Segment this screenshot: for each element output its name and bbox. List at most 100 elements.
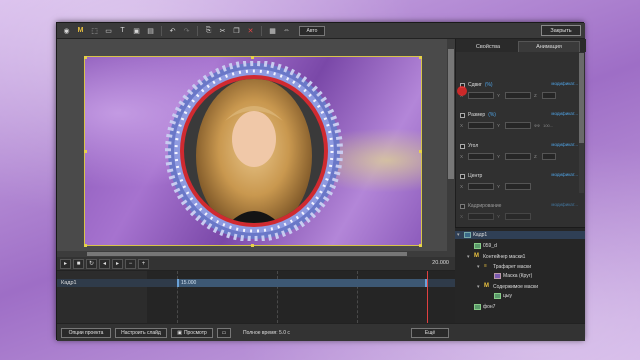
collapse-arrow-icon[interactable]: ▾ xyxy=(477,284,482,290)
tree-item-mask-stencil[interactable]: ▾ ≡ Трафарет маски xyxy=(477,263,531,270)
prev-key-icon[interactable]: ◂ xyxy=(99,258,110,269)
next-key-icon[interactable]: ▸ xyxy=(112,258,123,269)
resize-handle[interactable] xyxy=(419,150,422,153)
collapse-arrow-icon[interactable]: ▾ xyxy=(457,232,462,238)
image-icon[interactable]: ▣ xyxy=(131,25,142,36)
prop-title: Кадрирование xyxy=(468,203,502,209)
image-layer-icon xyxy=(474,304,481,310)
field-label: X xyxy=(460,123,464,128)
field-label: Z xyxy=(534,93,537,98)
undo-icon[interactable]: ↶ xyxy=(167,25,178,36)
x-input[interactable] xyxy=(468,122,494,129)
project-options-button[interactable]: Опции проекта xyxy=(61,328,111,338)
editor-window: ◉ M ⬚ ▭ T ▣ ▤ ↶ ↷ ⎘ ✂ ❐ ✕ ▦ ⇔ Авто Закры… xyxy=(56,22,586,341)
x-input[interactable] xyxy=(468,213,494,220)
frame-icon[interactable]: ⬚ xyxy=(89,25,100,36)
x-input[interactable] xyxy=(468,92,494,99)
y-input[interactable] xyxy=(505,92,531,99)
resize-handle[interactable] xyxy=(419,244,422,247)
tree-item-image[interactable]: 059_d xyxy=(467,243,497,249)
z-input[interactable] xyxy=(542,153,556,160)
modifier-link[interactable]: модификат... xyxy=(551,142,578,147)
scroll-thumb[interactable] xyxy=(448,49,454,179)
slide-preview[interactable] xyxy=(84,56,422,246)
modifier-link[interactable]: модификат... xyxy=(551,202,578,207)
object-tree: ▾ Кадр1 059_d ▾ M Контейнер маски1 ▾ ≡ Трафар… xyxy=(455,227,585,323)
collapse-arrow-icon[interactable]: ▾ xyxy=(467,254,472,260)
y-input[interactable] xyxy=(505,153,531,160)
zoom-in-icon[interactable]: + xyxy=(138,258,149,269)
modifier-link[interactable]: модификат... xyxy=(551,172,578,177)
text-button[interactable]: T xyxy=(117,25,128,36)
y-input[interactable] xyxy=(505,213,531,220)
delete-icon[interactable]: ✕ xyxy=(245,25,256,36)
tree-item-label: Маска (Круг) xyxy=(503,273,533,279)
canvas-vertical-scrollbar[interactable] xyxy=(447,39,455,251)
stop-icon[interactable]: ■ xyxy=(73,258,84,269)
field-label: Y xyxy=(497,184,501,189)
resize-handle[interactable] xyxy=(84,56,87,59)
tree-item-background[interactable]: фон7 xyxy=(467,304,495,310)
play-icon[interactable]: ▸ xyxy=(60,258,71,269)
collapse-arrow-icon[interactable]: ▾ xyxy=(477,264,482,270)
mask-content-icon: M xyxy=(484,283,489,289)
y-input[interactable] xyxy=(505,183,531,190)
screen-icon[interactable]: ▭ xyxy=(217,328,231,338)
close-button[interactable]: Закрыть xyxy=(541,25,581,36)
copy-icon[interactable]: ❐ xyxy=(231,25,242,36)
modifier-link[interactable]: модификат... xyxy=(551,81,578,86)
tree-item-mask-content[interactable]: ▾ M Содержимое маски xyxy=(477,283,538,290)
more-button[interactable]: Ещё xyxy=(411,328,449,338)
center-checkbox[interactable] xyxy=(460,173,465,179)
preview-button[interactable]: ▣ Просмотр xyxy=(171,328,213,338)
zoom-select[interactable]: Авто xyxy=(299,25,325,36)
prop-section-size: Размер (%) модификат... X Y ФФ 100... xyxy=(460,111,578,130)
redo-icon[interactable]: ↷ xyxy=(181,25,192,36)
x-input[interactable] xyxy=(468,153,494,160)
prop-title: Размер xyxy=(468,112,486,118)
resize-handle[interactable] xyxy=(419,56,422,59)
slide-canvas[interactable] xyxy=(57,39,455,251)
cut-icon[interactable]: ✂ xyxy=(217,25,228,36)
tree-item-photo[interactable]: цыу xyxy=(487,293,512,299)
tree-item-mask-container[interactable]: ▾ M Контейнер маски1 xyxy=(467,253,525,260)
timeline-clip[interactable] xyxy=(177,279,427,287)
y-input[interactable] xyxy=(505,122,531,129)
tab-animation[interactable]: Анимация xyxy=(518,41,580,52)
zoom-out-icon[interactable]: − xyxy=(125,258,136,269)
caption-icon[interactable]: ▭ xyxy=(103,25,114,36)
size-checkbox[interactable] xyxy=(460,112,465,118)
arrows-icon[interactable]: ⇔ xyxy=(281,25,292,36)
x-input[interactable] xyxy=(468,183,494,190)
timeline[interactable]: Кадр1 15.000 xyxy=(57,271,455,323)
tab-properties[interactable]: Свойства xyxy=(460,41,516,52)
field-label: Y xyxy=(497,214,501,219)
resize-handle[interactable] xyxy=(84,244,87,247)
camera-icon[interactable]: ◉ xyxy=(61,25,72,36)
preview-icon: ▣ xyxy=(177,330,182,336)
masked-photo[interactable] xyxy=(165,61,343,241)
ratio-value: 100... xyxy=(543,123,554,128)
modifier-link[interactable]: модификат... xyxy=(551,111,578,116)
paste-icon[interactable]: ⎘ xyxy=(203,25,214,36)
tree-item-mask-circle[interactable]: Маска (Круг) xyxy=(487,273,532,279)
crop-checkbox[interactable] xyxy=(460,203,465,209)
slide-settings-button[interactable]: Настроить слайд xyxy=(115,328,167,338)
playhead[interactable] xyxy=(427,271,428,323)
mask-m-button[interactable]: M xyxy=(75,25,86,36)
resize-handle[interactable] xyxy=(251,56,254,59)
resize-handle[interactable] xyxy=(251,244,254,247)
prop-title: Центр xyxy=(468,173,483,179)
image-layer-icon xyxy=(474,243,481,249)
resize-handle[interactable] xyxy=(84,150,87,153)
scroll-thumb[interactable] xyxy=(579,53,584,143)
tree-item-frame[interactable]: ▾ Кадр1 xyxy=(457,232,487,238)
tree-item-label: Содержимое маски xyxy=(493,283,538,290)
angle-checkbox[interactable] xyxy=(460,143,465,149)
grid-icon[interactable]: ▦ xyxy=(267,25,278,36)
shape-icon[interactable]: ▤ xyxy=(145,25,156,36)
z-input[interactable] xyxy=(542,92,556,99)
panel-scrollbar[interactable] xyxy=(579,53,584,193)
scroll-thumb[interactable] xyxy=(87,252,407,256)
loop-icon[interactable]: ↻ xyxy=(86,258,97,269)
